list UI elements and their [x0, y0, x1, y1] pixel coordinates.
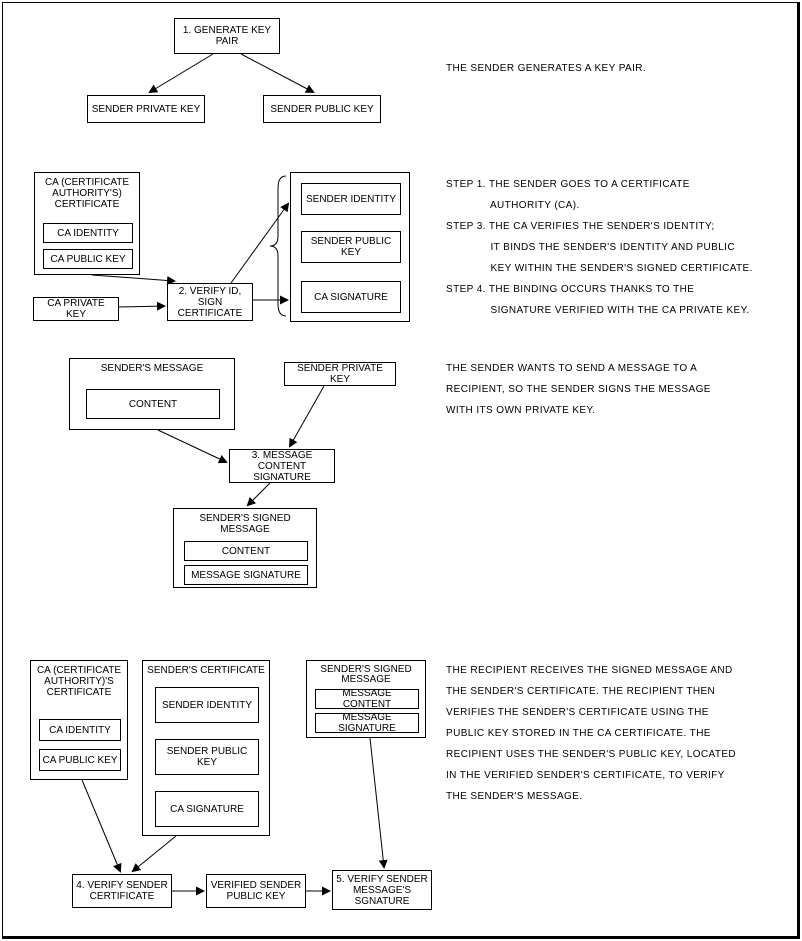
senders-signed-message: SENDER'S SIGNED MESSAGE CONTENT MESSAGE …: [173, 508, 317, 588]
sender-public-key: SENDER PUBLIC KEY: [263, 95, 381, 123]
verify-sender-message-signature: 5. VERIFY SENDER MESSAGE'S SGNATURE: [332, 870, 432, 910]
ca-signature-2: CA SIGNATURE: [155, 791, 259, 827]
ca-certificate-title: CA (CERTIFICATE AUTHORITY'S) CERTIFICATE: [35, 177, 139, 210]
sender-private-key-2: SENDER PRIVATE KEY: [284, 362, 396, 386]
message-content-signature: 3. MESSAGE CONTENT SIGNATURE: [229, 449, 335, 483]
ca-cert-title-2: CA (CERTIFICATE AUTHORITY)'S CERTIFICATE: [31, 665, 127, 698]
ca-public-key: CA PUBLIC KEY: [43, 249, 133, 269]
content: CONTENT: [86, 389, 220, 419]
generate-key-pair: 1. GENERATE KEY PAIR: [174, 18, 280, 54]
ca-identity: CA IDENTITY: [43, 223, 133, 243]
ca-identity-2: CA IDENTITY: [39, 719, 121, 741]
senders-signed-message-2: SENDER'S SIGNED MESSAGE MESSAGE CONTENT …: [306, 660, 426, 738]
section4-desc: THE RECIPIENT RECEIVES THE SIGNED MESSAG…: [446, 660, 736, 807]
signed-title-2: SENDER'S SIGNED MESSAGE: [307, 665, 425, 685]
sender-private-key: SENDER PRIVATE KEY: [87, 95, 205, 123]
sender-identity: SENDER IDENTITY: [301, 183, 401, 215]
ca-private-key: CA PRIVATE KEY: [33, 297, 119, 321]
content-2: CONTENT: [184, 541, 308, 561]
sender-public-key-2: SENDER PUBLIC KEY: [301, 231, 401, 263]
sender-cert-title: SENDER'S CERTIFICATE: [143, 665, 269, 676]
signed-title: SENDER'S SIGNED MESSAGE: [174, 513, 316, 535]
ca-certificate-2: CA (CERTIFICATE AUTHORITY)'S CERTIFICATE…: [30, 660, 128, 780]
message-content-2: MESSAGE CONTENT: [315, 689, 419, 709]
senders-message-title: SENDER'S MESSAGE: [70, 363, 234, 374]
section3-desc: THE SENDER WANTS TO SEND A MESSAGE TO A …: [446, 358, 711, 421]
section2-desc: STEP 1. THE SENDER GOES TO A CERTIFICATE…: [446, 174, 753, 321]
section1-desc: THE SENDER GENERATES A KEY PAIR.: [446, 58, 646, 79]
verify-id-sign: 2. VERIFY ID, SIGN CERTIFICATE: [167, 283, 253, 321]
message-signature: MESSAGE SIGNATURE: [184, 565, 308, 585]
verified-sender-public-key: VERIFIED SENDER PUBLIC KEY: [206, 874, 306, 908]
ca-public-key-2: CA PUBLIC KEY: [39, 749, 121, 771]
ca-certificate: CA (CERTIFICATE AUTHORITY'S) CERTIFICATE…: [34, 172, 140, 275]
senders-message: SENDER'S MESSAGE CONTENT: [69, 358, 235, 430]
sender-certificate: SENDER IDENTITY SENDER PUBLIC KEY CA SIG…: [290, 172, 410, 322]
page: 1. GENERATE KEY PAIR SENDER PRIVATE KEY …: [0, 0, 802, 941]
sender-identity-2: SENDER IDENTITY: [155, 687, 259, 723]
message-signature-2: MESSAGE SIGNATURE: [315, 713, 419, 733]
sender-public-key-3: SENDER PUBLIC KEY: [155, 739, 259, 775]
ca-signature: CA SIGNATURE: [301, 281, 401, 313]
verify-sender-certificate: 4. VERIFY SENDER CERTIFICATE: [72, 874, 172, 908]
senders-certificate-2: SENDER'S CERTIFICATE SENDER IDENTITY SEN…: [142, 660, 270, 836]
